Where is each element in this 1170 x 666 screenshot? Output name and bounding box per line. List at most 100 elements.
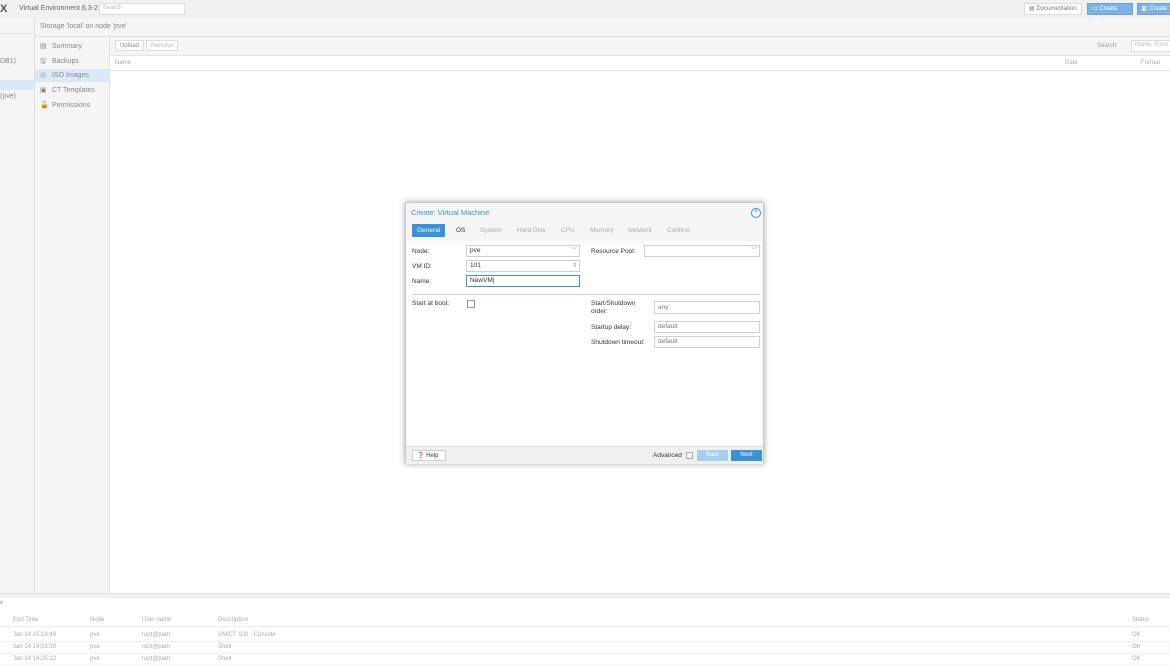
summary-icon: ▤ <box>40 43 47 50</box>
create-ct-label: Create <box>1149 6 1168 12</box>
dialog-body: Node: pve ﹀ Resource Pool: ﹀ VM ID: 101 ⇕ … <box>407 241 762 446</box>
nav-label: Permissions <box>52 102 91 109</box>
node-value: pve <box>470 247 481 254</box>
shutdown-timeout-label: Shutdown timeout: <box>591 339 645 346</box>
task-description: Shell <box>218 644 232 650</box>
content-grid-header: Name Date Format <box>110 56 1170 71</box>
column-date[interactable]: Date <box>1065 60 1078 66</box>
tab-network[interactable]: Network <box>628 224 652 237</box>
shutdown-timeout-input[interactable]: default <box>654 336 760 348</box>
vmid-spinner[interactable]: 101 ⇕ <box>466 260 580 272</box>
tree-item-storage[interactable]: (pve) <box>0 93 16 100</box>
global-search-input[interactable]: Search <box>99 3 185 15</box>
resource-pool-label: Resource Pool: <box>591 248 636 255</box>
tab-hard-disk[interactable]: Hard Disk <box>517 224 546 237</box>
breadcrumb-label: Storage 'local' on node 'pve' <box>40 23 127 30</box>
nav-item-ct-templates[interactable]: ▣ CT Templates <box>35 84 109 97</box>
tab-memory[interactable]: Memory <box>590 224 613 237</box>
spinner-arrows-icon[interactable]: ⇕ <box>572 261 577 271</box>
start-at-boot-checkbox[interactable] <box>467 300 475 308</box>
close-icon[interactable]: × <box>751 208 761 218</box>
search-label: Search: <box>1097 43 1118 49</box>
permissions-icon: 🔓 <box>40 102 49 109</box>
tab-confirm[interactable]: Confirm <box>667 224 690 237</box>
column-status[interactable]: Status <box>1132 617 1149 623</box>
resource-tree: DB1) (pve) <box>0 19 35 593</box>
task-user: root@pam <box>142 632 171 638</box>
tab-general[interactable]: General <box>412 224 446 237</box>
resource-pool-select[interactable]: ﹀ <box>644 245 760 257</box>
node-select[interactable]: pve ﹀ <box>466 245 580 257</box>
nav-item-summary[interactable]: ▤ Summary <box>35 40 109 53</box>
startup-delay-label: Startup delay: <box>591 324 632 331</box>
chevron-down-icon: ﹀ <box>750 248 757 254</box>
table-row[interactable]: Jan 14 14:53:28 pve root@pam Shell OK <box>0 642 1170 654</box>
tasks-panel: e End Time Node User name Description St… <box>0 597 1170 666</box>
task-description: Shell <box>218 656 232 662</box>
create-vm-button[interactable]: ▭ Create VM <box>1087 3 1133 23</box>
tab-os[interactable]: OS <box>456 224 465 237</box>
vmid-label: VM ID: <box>412 263 432 270</box>
documentation-button[interactable]: ▤ Documentation <box>1024 3 1082 15</box>
tree-item-datacenter[interactable]: DB1) <box>0 58 16 65</box>
advanced-checkbox[interactable] <box>686 452 693 459</box>
column-node[interactable]: Node <box>90 617 104 623</box>
top-bar: X Virtual Environment 6.3-2 Search ▤ Doc… <box>0 0 1170 23</box>
help-button[interactable]: ❓ Help <box>412 450 446 461</box>
task-end-time: Jan 14 15:18:49 <box>13 632 57 638</box>
storage-nav: ▤ Summary 🖫 Backups ◎ ISO Images ▣ CT Templa… <box>35 37 110 593</box>
documentation-label: Documentation <box>1036 6 1077 12</box>
nav-label: Summary <box>52 43 82 50</box>
column-description[interactable]: Description <box>218 617 248 623</box>
dialog-title: Create: Virtual Machine <box>411 208 490 217</box>
create-ct-button[interactable]: ◧ Create <box>1137 3 1170 15</box>
upload-button[interactable]: Upload <box>115 40 145 51</box>
task-node: pve <box>90 632 100 638</box>
column-end-time[interactable]: End Time <box>13 617 38 623</box>
question-icon: ❓ <box>417 453 427 459</box>
help-label: Help <box>426 453 439 459</box>
product-title: Virtual Environment 6.3-2 <box>19 5 98 12</box>
nav-item-iso-images[interactable]: ◎ ISO Images <box>35 69 109 82</box>
dialog-footer: ❓ Help Advanced Back Next <box>406 446 763 464</box>
name-input[interactable]: NewVM| <box>466 275 580 287</box>
view-selector[interactable] <box>0 21 33 34</box>
remove-button[interactable]: Remove <box>146 40 179 51</box>
task-node: pve <box>90 656 100 662</box>
task-description: VM/CT 100 - Console <box>218 632 276 638</box>
column-name[interactable]: Name <box>115 60 131 66</box>
vmid-value: 101 <box>470 262 481 269</box>
task-status: OK <box>1132 656 1141 662</box>
advanced-label: Advanced <box>653 452 682 459</box>
back-button[interactable]: Back <box>697 450 728 461</box>
next-button[interactable]: Next <box>731 450 762 461</box>
start-at-boot-label: Start at boot: <box>412 300 450 307</box>
name-value: NewVM <box>470 277 493 284</box>
start-shutdown-label: Start/Shutdown order: <box>591 300 636 315</box>
table-row[interactable]: Jan 14 15:18:49 pve root@pam VM/CT 100 -… <box>0 630 1170 642</box>
backups-icon: 🖫 <box>40 58 46 65</box>
tasks-header: e <box>0 600 4 606</box>
nav-item-permissions[interactable]: 🔓 Permissions <box>35 99 109 112</box>
task-end-time: Jan 14 14:53:28 <box>13 644 57 650</box>
nav-label: Backups <box>52 58 79 65</box>
column-user[interactable]: User name <box>142 617 171 623</box>
startup-delay-input[interactable]: default <box>654 321 760 333</box>
tab-system[interactable]: System <box>480 224 502 237</box>
start-shutdown-input[interactable]: any <box>654 301 760 314</box>
chevron-down-icon: ﹀ <box>570 248 577 254</box>
table-row[interactable]: Jan 14 14:25:12 pve root@pam Shell OK <box>0 654 1170 666</box>
task-status: OK <box>1132 644 1141 650</box>
tab-cpu[interactable]: CPU <box>561 224 575 237</box>
logo-icon: X <box>0 3 8 15</box>
name-label: Name: <box>412 278 432 285</box>
breadcrumb: Storage 'local' on node 'pve' <box>35 19 1170 37</box>
nav-item-backups[interactable]: 🖫 Backups <box>35 55 109 68</box>
task-end-time: Jan 14 14:25:12 <box>13 656 57 662</box>
column-format[interactable]: Format <box>1141 60 1160 66</box>
tree-item-selected[interactable] <box>0 80 34 90</box>
task-node: pve <box>90 644 100 650</box>
content-search-input[interactable]: Name, Form <box>1131 40 1170 52</box>
task-user: root@pam <box>142 656 171 662</box>
create-vm-dialog: Create: Virtual Machine × General OS Sys… <box>405 202 764 464</box>
